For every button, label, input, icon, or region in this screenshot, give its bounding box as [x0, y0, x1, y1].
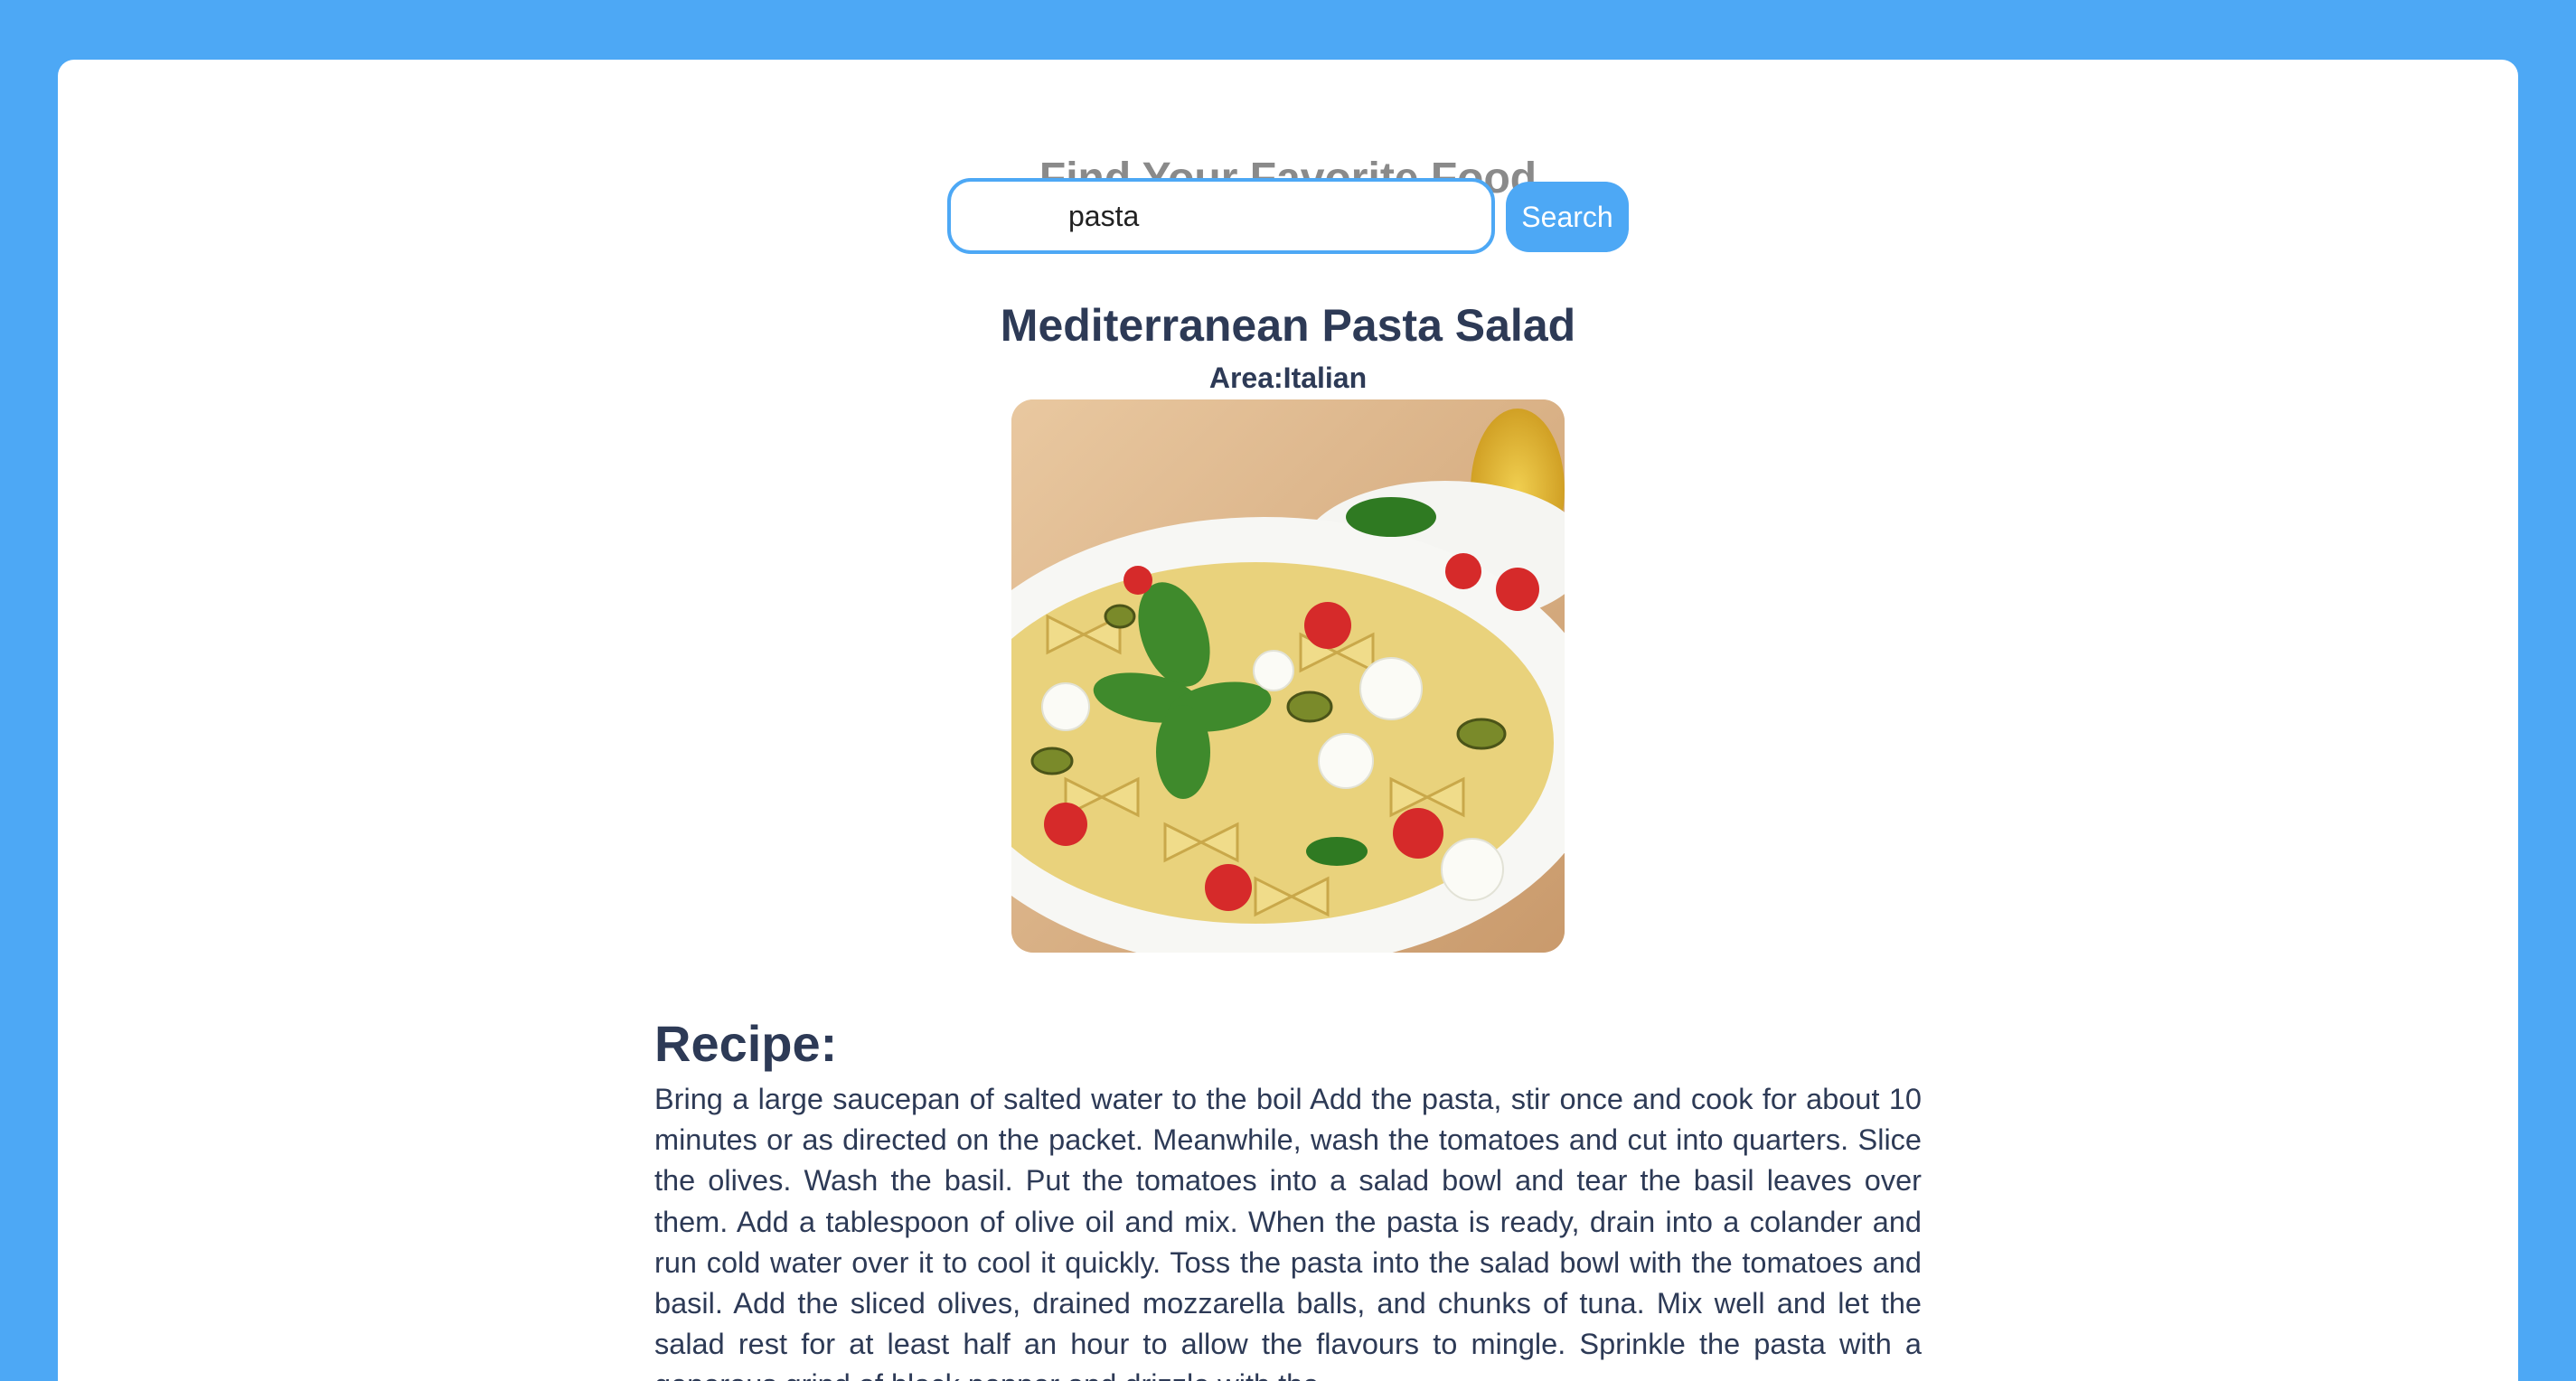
search-input[interactable] [947, 178, 1495, 254]
meal-area: Area:Italian [1208, 362, 1368, 394]
search-button[interactable]: Search [1506, 182, 1629, 252]
pasta-salad-photo [1011, 399, 1565, 953]
meal-name: Mediterranean Pasta Salad [1000, 300, 1576, 351]
meal-image [1011, 399, 1565, 953]
main-card: Find Your Favorite Food Search Mediterra… [58, 60, 2518, 1381]
recipe-text: Bring a large saucepan of salted water t… [654, 1083, 1922, 1381]
recipe-heading: Recipe: [654, 1015, 838, 1072]
